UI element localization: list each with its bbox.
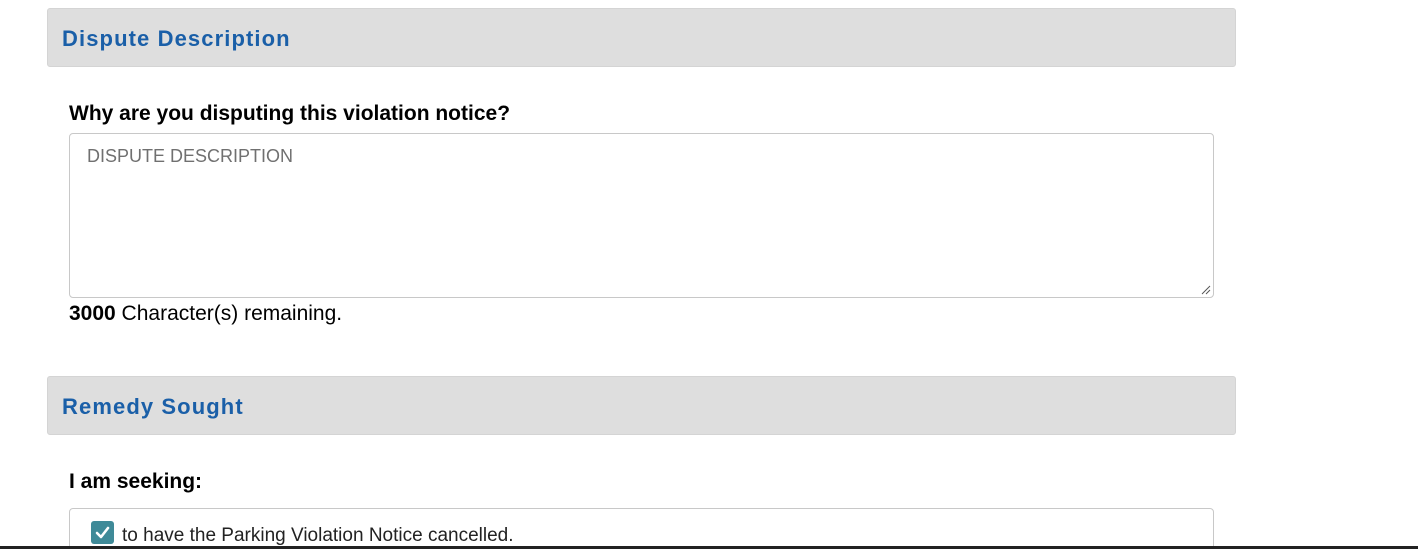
remedy-option-label: to have the Parking Violation Notice can… xyxy=(122,525,514,546)
characters-remaining: 3000 Character(s) remaining. xyxy=(69,302,342,326)
dispute-question-label: Why are you disputing this violation not… xyxy=(69,102,511,125)
characters-remaining-label: Character(s) remaining. xyxy=(115,302,343,325)
dispute-description-textarea[interactable] xyxy=(69,133,1214,298)
seeking-question-label: I am seeking: xyxy=(69,470,203,493)
characters-remaining-count: 3000 xyxy=(69,302,116,325)
remedy-option-cancel[interactable]: to have the Parking Violation Notice can… xyxy=(69,508,1214,549)
remedy-sought-title: Remedy Sought xyxy=(62,394,244,419)
checkbox-checked-icon[interactable] xyxy=(91,521,114,544)
remedy-sought-header: Remedy Sought xyxy=(47,376,1236,435)
dispute-description-title: Dispute Description xyxy=(62,26,291,51)
dispute-description-header: Dispute Description xyxy=(47,8,1236,67)
resize-grip-icon[interactable] xyxy=(1200,284,1211,295)
dispute-form: Dispute Description Why are you disputin… xyxy=(0,0,1418,549)
